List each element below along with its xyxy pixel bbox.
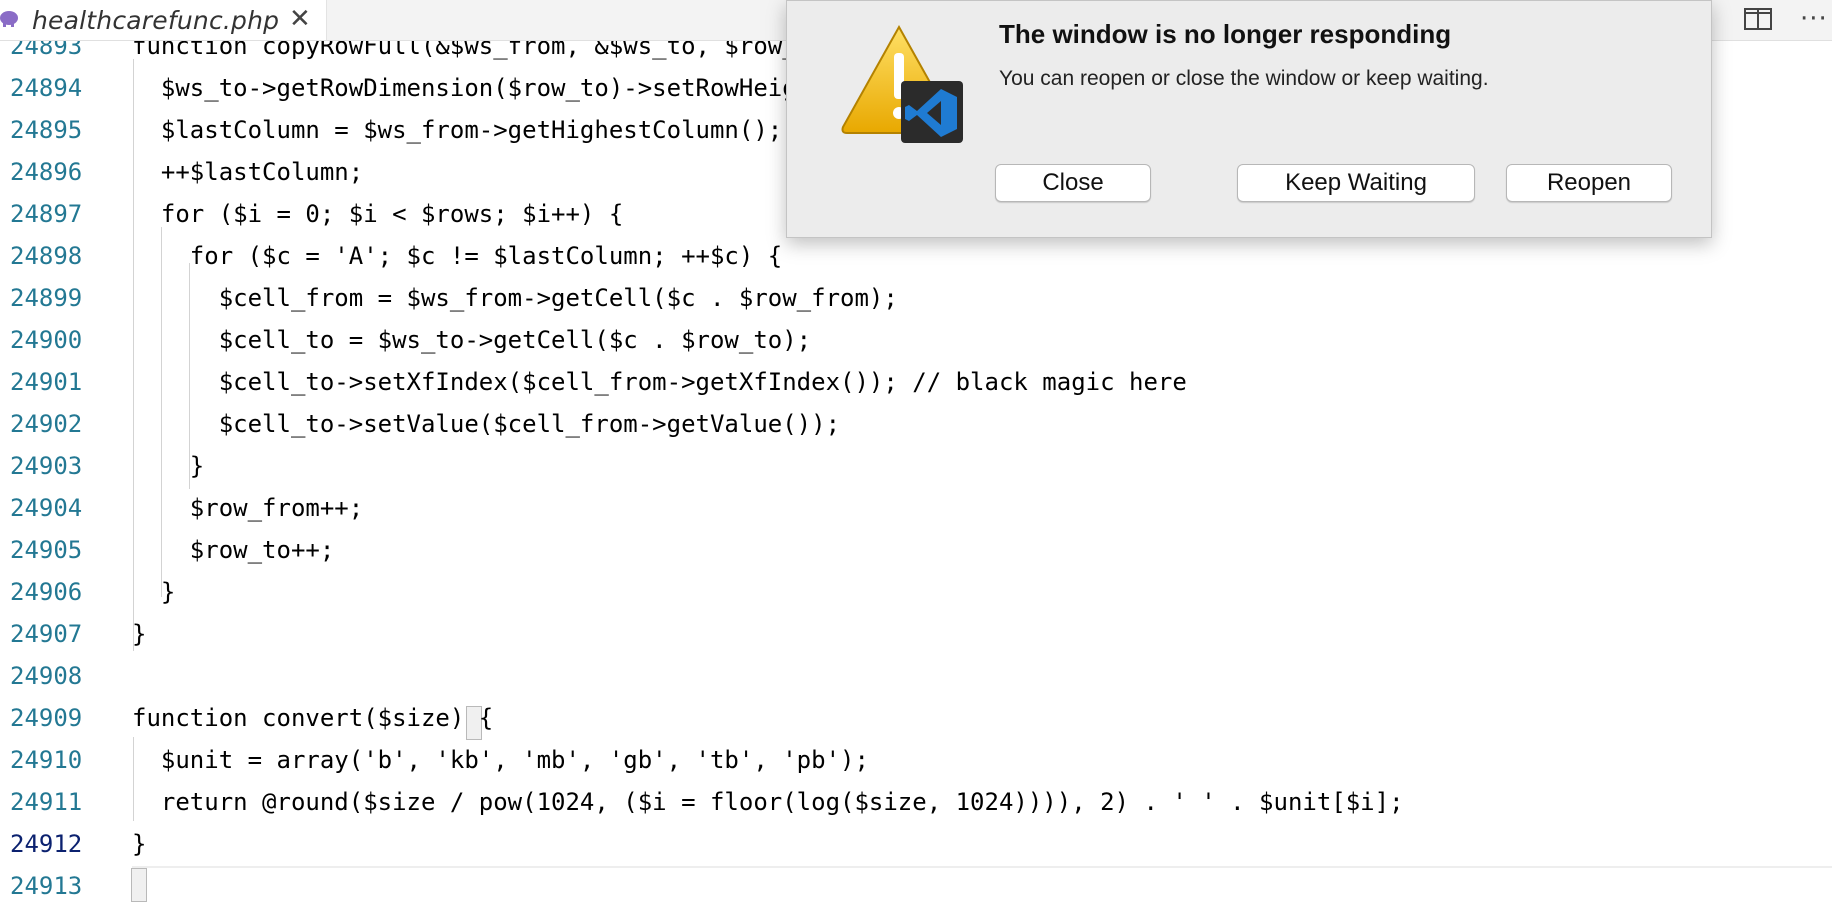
- line-number: 24897: [10, 200, 83, 228]
- code-text: $ws_to->getRowDimension($row_to)->setRow…: [132, 74, 812, 102]
- code-text: }: [132, 830, 147, 858]
- code-text: }: [132, 452, 205, 480]
- more-actions-icon[interactable]: ···: [1800, 4, 1828, 34]
- dialog-title: The window is no longer responding: [999, 19, 1452, 49]
- code-line[interactable]: 24909 function convert($size) {: [0, 697, 1832, 739]
- code-line[interactable]: 24899 $cell_from = $ws_from->getCell($c …: [0, 277, 1832, 319]
- line-number: 24907: [10, 620, 83, 648]
- line-number: 24904: [10, 494, 83, 522]
- php-elephant-icon: [0, 11, 18, 27]
- line-number: 24908: [10, 662, 83, 690]
- line-number: 24894: [10, 74, 83, 102]
- line-number: 24909: [10, 704, 83, 732]
- line-number: 24912: [10, 830, 83, 858]
- line-number: 24895: [10, 116, 83, 144]
- code-text: for ($c = 'A'; $c != $lastColumn; ++$c) …: [132, 242, 783, 270]
- line-number: 24893: [10, 41, 83, 60]
- code-text: }: [132, 578, 176, 606]
- line-number: 24898: [10, 242, 83, 270]
- code-line[interactable]: 24905 $row_to++;: [0, 529, 1832, 571]
- tab-healthcarefunc-php[interactable]: healthcarefunc.php ✕: [0, 0, 327, 40]
- code-text: function convert($size) {: [132, 704, 494, 732]
- line-number: 24905: [10, 536, 83, 564]
- line-number: 24913: [10, 872, 83, 900]
- code-text: return @round($size / pow(1024, ($i = fl…: [132, 788, 1404, 816]
- code-text: $cell_to->setValue($cell_from->getValue(…: [132, 410, 841, 438]
- line-number: 24911: [10, 788, 83, 816]
- split-editor-icon[interactable]: [1744, 7, 1772, 31]
- line-number: 24910: [10, 746, 83, 774]
- code-text: for ($i = 0; $i < $rows; $i++) {: [132, 200, 624, 228]
- code-line[interactable]: 24906 }: [0, 571, 1832, 613]
- code-line[interactable]: 24912}: [0, 823, 1832, 865]
- code-line[interactable]: 24904 $row_from++;: [0, 487, 1832, 529]
- dialog-message: You can reopen or close the window or ke…: [999, 67, 1489, 90]
- tab-title: healthcarefunc.php: [32, 6, 280, 35]
- not-responding-dialog: The window is no longer responding You c…: [786, 0, 1712, 238]
- code-text: $row_from++;: [132, 494, 364, 522]
- warning-vscode-icon: [841, 24, 963, 143]
- line-number: 24906: [10, 578, 83, 606]
- code-text: ++$lastColumn;: [132, 158, 364, 186]
- line-number: 24899: [10, 284, 83, 312]
- code-text: $cell_to = $ws_to->getCell($c . $row_to)…: [132, 326, 812, 354]
- close-button[interactable]: Close: [995, 164, 1151, 202]
- code-line[interactable]: 24908: [0, 655, 1832, 697]
- code-line[interactable]: 24902 $cell_to->setValue($cell_from->get…: [0, 403, 1832, 445]
- code-line[interactable]: 24907}: [0, 613, 1832, 655]
- code-text: $lastColumn = $ws_from->getHighestColumn…: [132, 116, 783, 144]
- line-number: 24896: [10, 158, 83, 186]
- code-line[interactable]: 24900 $cell_to = $ws_to->getCell($c . $r…: [0, 319, 1832, 361]
- code-line[interactable]: 24913: [0, 865, 1832, 907]
- close-icon[interactable]: ✕: [289, 4, 311, 34]
- code-text: $unit = array('b', 'kb', 'mb', 'gb', 'tb…: [132, 746, 869, 774]
- code-text: }: [132, 620, 147, 648]
- code-text: $row_to++;: [132, 536, 335, 564]
- keep-waiting-button[interactable]: Keep Waiting: [1237, 164, 1475, 202]
- code-text: $cell_from = $ws_from->getCell($c . $row…: [132, 284, 898, 312]
- code-line[interactable]: 24898 for ($c = 'A'; $c != $lastColumn; …: [0, 235, 1832, 277]
- code-line[interactable]: 24903 }: [0, 445, 1832, 487]
- line-number: 24902: [10, 410, 83, 438]
- reopen-button[interactable]: Reopen: [1506, 164, 1672, 202]
- code-line[interactable]: 24911 return @round($size / pow(1024, ($…: [0, 781, 1832, 823]
- line-number: 24901: [10, 368, 83, 396]
- code-line[interactable]: 24910 $unit = array('b', 'kb', 'mb', 'gb…: [0, 739, 1832, 781]
- code-text: function copyRowFull(&$ws_from, &$ws_to,…: [132, 41, 812, 60]
- code-line[interactable]: 24901 $cell_to->setXfIndex($cell_from->g…: [0, 361, 1832, 403]
- code-text: $cell_to->setXfIndex($cell_from->getXfIn…: [132, 368, 1187, 396]
- line-number: 24903: [10, 452, 83, 480]
- line-number: 24900: [10, 326, 83, 354]
